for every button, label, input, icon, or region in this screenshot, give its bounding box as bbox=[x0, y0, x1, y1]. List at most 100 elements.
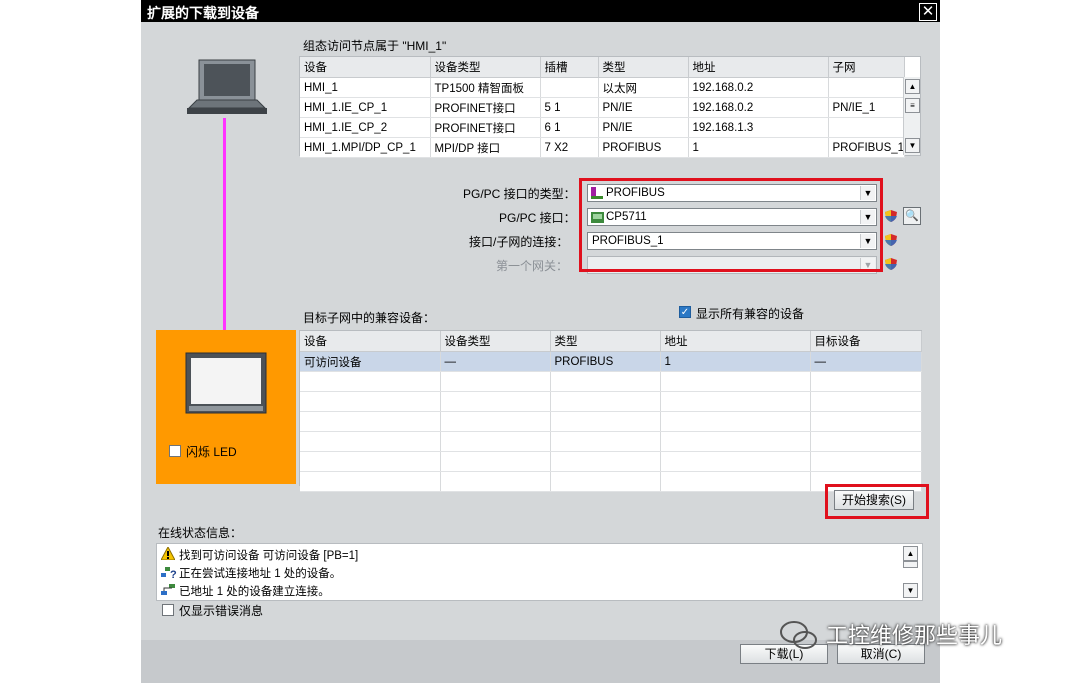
wechat-logo-icon bbox=[780, 621, 817, 649]
hmi-panel-icon bbox=[185, 352, 267, 414]
watermark-text: 工控维修那些事儿 bbox=[826, 623, 1003, 648]
laptop-icon bbox=[187, 59, 267, 114]
scroll-grip-icon[interactable]: ≡ bbox=[905, 98, 920, 113]
cell: 1 bbox=[688, 137, 829, 158]
cell: TP1500 精智面板 bbox=[430, 77, 541, 98]
security-shield-icon[interactable] bbox=[884, 209, 898, 223]
cell: PN/IE bbox=[598, 117, 689, 138]
connection-line bbox=[223, 118, 226, 356]
cell: 6 1 bbox=[540, 117, 599, 138]
cell: 192.168.1.3 bbox=[688, 117, 829, 138]
col-type[interactable]: 类型 bbox=[598, 57, 689, 78]
scroll-down-icon[interactable]: ▼ bbox=[905, 138, 920, 153]
warning-icon bbox=[161, 547, 175, 560]
cell bbox=[828, 117, 905, 138]
list-item: ? 正在尝试连接地址 1 处的设备。 bbox=[157, 563, 918, 581]
cell: 7 X2 bbox=[540, 137, 599, 158]
list-item: 找到可访问设备 可访问设备 [PB=1] bbox=[157, 545, 918, 563]
col-device[interactable]: 设备 bbox=[300, 57, 431, 78]
scroll-up-icon[interactable]: ▲ bbox=[905, 79, 920, 94]
empty-row bbox=[300, 451, 922, 472]
col-target-device[interactable]: 目标设备 bbox=[810, 331, 922, 352]
cell: PROFIBUS bbox=[550, 351, 661, 372]
status-text: 找到可访问设备 可访问设备 [PB=1] bbox=[179, 550, 359, 562]
status-scrollbar[interactable]: ▲ ▼ bbox=[902, 544, 918, 600]
cell bbox=[828, 77, 905, 98]
scroll-grip-icon[interactable] bbox=[903, 561, 918, 568]
empty-row bbox=[300, 431, 922, 452]
dialog-title: 扩展的下载到设备 bbox=[147, 5, 259, 21]
cell: PROFINET接口 bbox=[430, 117, 541, 138]
status-heading: 在线状态信息： bbox=[158, 526, 243, 540]
flash-led-checkbox[interactable] bbox=[169, 445, 181, 457]
cell: — bbox=[440, 351, 551, 372]
compatible-heading: 目标子网中的兼容设备： bbox=[303, 311, 436, 325]
security-shield-icon[interactable] bbox=[884, 257, 898, 271]
first-gateway-label: 第一个网关： bbox=[496, 259, 569, 273]
dialog-body: 闪烁 LED 组态访问节点属于 "HMI_1" 设备 设备类型 插槽 类型 地址… bbox=[141, 22, 940, 640]
network-query-icon: ? bbox=[161, 567, 177, 579]
show-all-label: 显示所有兼容的设备 bbox=[696, 307, 805, 321]
col-subnet[interactable]: 子网 bbox=[828, 57, 905, 78]
subnet-connection-label: 接口/子网的连接： bbox=[469, 235, 569, 249]
flash-led-label: 闪烁 LED bbox=[186, 445, 237, 459]
search-device-icon[interactable]: 🔍 bbox=[903, 207, 921, 225]
empty-row bbox=[300, 411, 922, 432]
table-row[interactable]: HMI_1.IE_CP_1 PROFINET接口 5 1 PN/IE 192.168.0… bbox=[300, 97, 905, 118]
col-address[interactable]: 地址 bbox=[660, 331, 811, 352]
config-heading: 组态访问节点属于 "HMI_1" bbox=[303, 39, 447, 53]
download-dialog: 扩展的下载到设备 ✕ 闪烁 LED 组态访问节点属于 "HMI_1" 设备 设备… bbox=[141, 0, 940, 683]
pgpc-interface-label: PG/PC 接口： bbox=[499, 211, 576, 225]
table-row[interactable]: HMI_1.IE_CP_2 PROFINET接口 6 1 PN/IE 192.168.1… bbox=[300, 117, 905, 138]
config-table-container: 设备 设备类型 插槽 类型 地址 子网 HMI_1 TP1500 精智面板 以太网 1… bbox=[299, 56, 921, 158]
cell: HMI_1.MPI/DP_CP_1 bbox=[300, 137, 431, 158]
cell: 1 bbox=[660, 351, 811, 372]
config-table: 设备 设备类型 插槽 类型 地址 子网 HMI_1 TP1500 精智面板 以太网 1… bbox=[300, 57, 905, 158]
cell: HMI_1 bbox=[300, 77, 431, 98]
title-bar: 扩展的下载到设备 ✕ bbox=[141, 0, 940, 22]
cell: MPI/DP 接口 bbox=[430, 137, 541, 158]
cell: PROFINET接口 bbox=[430, 97, 541, 118]
cell: — bbox=[810, 351, 922, 372]
col-slot[interactable]: 插槽 bbox=[540, 57, 599, 78]
col-device[interactable]: 设备 bbox=[300, 331, 441, 352]
target-device-panel: 闪烁 LED bbox=[156, 330, 296, 484]
cell: HMI_1.IE_CP_1 bbox=[300, 97, 431, 118]
col-address[interactable]: 地址 bbox=[688, 57, 829, 78]
security-shield-icon[interactable] bbox=[884, 233, 898, 247]
compatible-table-container: 设备 设备类型 类型 地址 目标设备 可访问设备 — PROFIBUS 1— bbox=[299, 330, 922, 492]
highlight-box bbox=[579, 178, 883, 272]
table-row[interactable]: HMI_1.MPI/DP_CP_1 MPI/DP 接口 7 X2 PROFIBUS 1 P… bbox=[300, 137, 905, 158]
cell: 以太网 bbox=[598, 77, 689, 98]
table-row[interactable]: 可访问设备 — PROFIBUS 1— bbox=[300, 351, 922, 372]
highlight-box bbox=[825, 484, 929, 519]
cell: PN/IE_1 bbox=[828, 97, 905, 118]
show-all-checkbox[interactable]: ✓ bbox=[679, 306, 691, 318]
cell: PROFIBUS bbox=[598, 137, 689, 158]
status-text: 正在尝试连接地址 1 处的设备。 bbox=[179, 568, 342, 580]
scroll-down-icon[interactable]: ▼ bbox=[903, 583, 918, 598]
svg-text:?: ? bbox=[170, 569, 177, 579]
col-type[interactable]: 类型 bbox=[550, 331, 661, 352]
cell bbox=[540, 77, 599, 98]
cell: 192.168.0.2 bbox=[688, 97, 829, 118]
status-text: 已地址 1 处的设备建立连接。 bbox=[179, 586, 330, 598]
cell: 5 1 bbox=[540, 97, 599, 118]
pgpc-type-label: PG/PC 接口的类型： bbox=[463, 187, 576, 201]
compatible-table: 设备 设备类型 类型 地址 目标设备 可访问设备 — PROFIBUS 1— bbox=[300, 331, 922, 492]
cell: 192.168.0.2 bbox=[688, 77, 829, 98]
empty-row bbox=[300, 371, 922, 392]
empty-row bbox=[300, 391, 922, 412]
list-item: 已地址 1 处的设备建立连接。 bbox=[157, 581, 918, 599]
col-device-type[interactable]: 设备类型 bbox=[430, 57, 541, 78]
config-scrollbar[interactable]: ▲ ≡ ▼ bbox=[903, 77, 920, 155]
network-connected-icon bbox=[161, 584, 175, 595]
scroll-up-icon[interactable]: ▲ bbox=[903, 546, 918, 561]
status-list: 找到可访问设备 可访问设备 [PB=1] ? 正在尝试连接地址 1 处的设备。 … bbox=[156, 543, 923, 601]
cell: PN/IE bbox=[598, 97, 689, 118]
col-device-type[interactable]: 设备类型 bbox=[440, 331, 551, 352]
errors-only-label: 仅显示错误消息 bbox=[179, 604, 264, 618]
close-icon[interactable]: ✕ bbox=[919, 3, 937, 21]
table-row[interactable]: HMI_1 TP1500 精智面板 以太网 192.168.0.2 bbox=[300, 77, 905, 98]
errors-only-checkbox[interactable] bbox=[162, 604, 174, 616]
